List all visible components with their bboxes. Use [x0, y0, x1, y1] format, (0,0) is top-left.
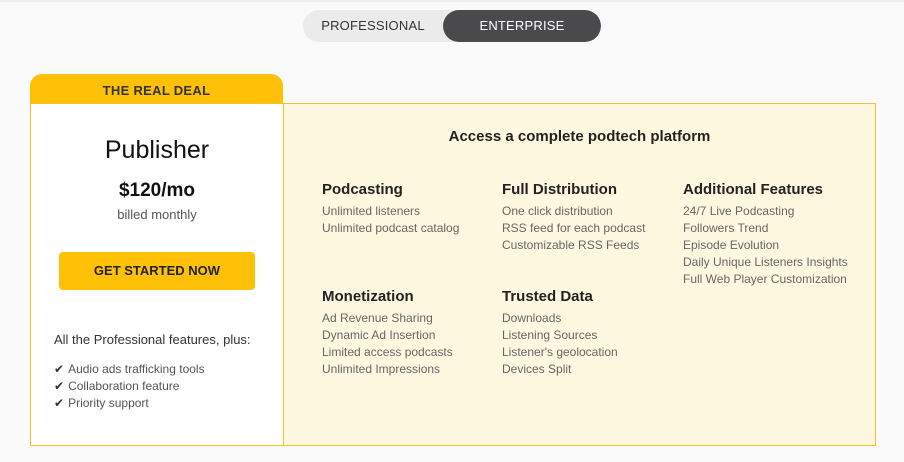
list-item: Customizable RSS Feeds	[502, 238, 640, 252]
feature-label: Audio ads trafficking tools	[68, 362, 205, 376]
list-item: Limited access podcasts	[322, 345, 453, 359]
toggle-professional[interactable]: PROFESSIONAL	[303, 10, 443, 42]
group-podcasting: Podcasting Unlimited listeners Unlimited…	[322, 178, 459, 237]
list-item: Devices Split	[502, 362, 572, 376]
check-icon: ✔	[54, 396, 65, 410]
panel-title: Access a complete podtech platform	[448, 128, 711, 145]
group-trusted-data: Trusted Data Downloads Listening Sources…	[502, 285, 618, 378]
group-title: Full Distribution	[502, 181, 617, 198]
list-item: One click distribution	[502, 204, 613, 218]
plan-type-toggle: PROFESSIONAL ENTERPRISE	[303, 10, 601, 42]
list-item: Unlimited listeners	[322, 204, 421, 218]
group-title: Trusted Data	[502, 288, 593, 305]
list-item: Episode Evolution	[683, 238, 780, 252]
list-item: Listening Sources	[502, 328, 598, 342]
check-icon: ✔	[54, 362, 65, 376]
group-monetization: Monetization Ad Revenue Sharing Dynamic …	[322, 285, 453, 378]
list-item: Unlimited Impressions	[322, 362, 441, 376]
top-divider	[0, 0, 904, 2]
plan-price: $120/mo	[118, 180, 196, 201]
list-item: Unlimited podcast catalog	[322, 221, 460, 235]
billing-period: billed monthly	[117, 207, 197, 222]
platform-features-panel: Access a complete podtech platform Podca…	[283, 103, 876, 446]
real-deal-tab: THE REAL DEAL	[30, 74, 283, 104]
list-item: Listener's geolocation	[502, 345, 618, 359]
list-item: Dynamic Ad Insertion	[322, 328, 436, 342]
list-item: ✔ Audio ads trafficking tools	[54, 361, 205, 378]
list-item: Full Web Player Customization	[683, 272, 847, 286]
group-title: Monetization	[322, 288, 414, 305]
get-started-button[interactable]: GET STARTED NOW	[59, 252, 255, 290]
group-title: Additional Features	[683, 181, 824, 198]
group-full-distribution: Full Distribution One click distribution…	[502, 178, 645, 254]
list-item: Downloads	[502, 311, 562, 325]
group-additional-features: Additional Features 24/7 Live Podcasting…	[683, 178, 848, 288]
group-title: Podcasting	[322, 181, 403, 198]
list-item: ✔ Collaboration feature	[54, 378, 205, 395]
list-item: Ad Revenue Sharing	[322, 311, 433, 325]
list-item: RSS feed for each podcast	[502, 221, 646, 235]
check-icon: ✔	[54, 379, 65, 393]
plan-name: Publisher	[104, 136, 210, 164]
feature-label: Collaboration feature	[68, 379, 180, 393]
plan-card: Publisher $120/mo billed monthly GET STA…	[30, 103, 283, 446]
plan-features-list: ✔ Audio ads trafficking tools ✔ Collaborat…	[54, 361, 205, 412]
list-item: 24/7 Live Podcasting	[683, 204, 795, 218]
toggle-enterprise[interactable]: ENTERPRISE	[443, 10, 601, 42]
list-item: Daily Unique Listeners Insights	[683, 255, 848, 269]
plus-features-heading: All the Professional features, plus:	[54, 332, 251, 347]
list-item: ✔ Priority support	[54, 395, 205, 412]
list-item: Followers Trend	[683, 221, 769, 235]
feature-label: Priority support	[68, 396, 149, 410]
